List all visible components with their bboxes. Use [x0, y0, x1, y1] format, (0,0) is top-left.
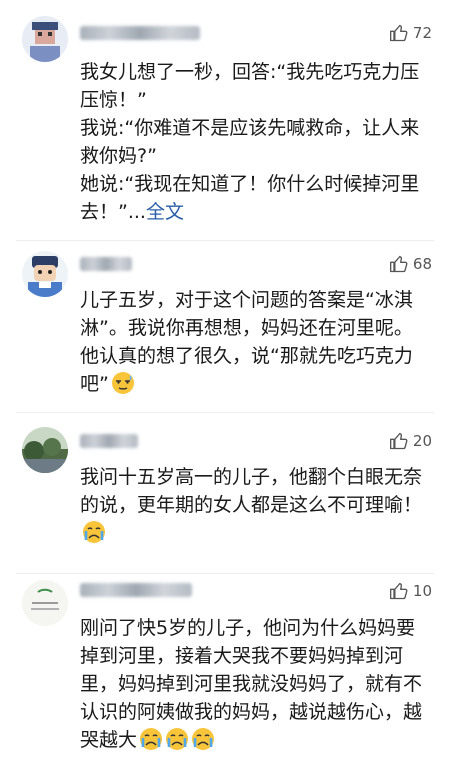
crying-emoji	[166, 728, 189, 750]
like-count: 20	[412, 432, 432, 450]
comment-item: 72 我女儿想了一秒，回答:“我先吃巧克力压压惊！” 我说:“你难道不是应该先喊…	[0, 0, 450, 240]
thumbs-up-icon	[389, 582, 408, 600]
like-button[interactable]: 20	[389, 431, 432, 451]
comment-item: 10 刚问了快5岁的儿子，他问为什么妈妈要掉到河里，接着大哭我不要妈妈掉到河里，…	[0, 574, 450, 780]
comment-text: 我问十五岁高一的儿子，他翻个白眼无奈的说，更年期的女人都是这么不可理喻！	[80, 463, 430, 547]
avatar[interactable]	[22, 251, 68, 297]
comment-line: 我女儿想了一秒，回答:“我先吃巧克力压压惊！”	[80, 61, 420, 111]
comment-line: 我问十五岁高一的儿子，他翻个白眼无奈的说，更年期的女人都是这么不可理喻！	[80, 466, 423, 516]
like-button[interactable]: 10	[389, 581, 432, 601]
awkward-smile-emoji	[111, 372, 134, 394]
avatar[interactable]	[22, 427, 68, 473]
crying-emoji	[83, 521, 105, 543]
crying-emoji	[192, 728, 215, 750]
expand-full-text-link[interactable]: 全文	[146, 201, 184, 223]
thumbs-up-icon	[389, 432, 408, 450]
username-blurred[interactable]	[80, 583, 192, 597]
like-count: 68	[412, 255, 432, 273]
comment-item: 20 我问十五岁高一的儿子，他翻个白眼无奈的说，更年期的女人都是这么不可理喻！	[0, 413, 450, 573]
comment-text: 我女儿想了一秒，回答:“我先吃巧克力压压惊！” 我说:“你难道不是应该先喊救命，…	[80, 58, 430, 226]
avatar[interactable]	[22, 580, 68, 626]
thumbs-up-icon	[389, 24, 408, 42]
comment-text: 刚问了快5岁的儿子，他问为什么妈妈要掉到河里，接着大哭我不要妈妈掉到河里，妈妈掉…	[80, 614, 430, 754]
like-button[interactable]: 68	[389, 254, 432, 274]
avatar[interactable]	[22, 16, 68, 62]
cartoon-boy-avatar-image	[22, 251, 68, 297]
like-count: 10	[412, 582, 432, 600]
comment-line: 她说:“我现在知道了！你什么时候掉河里去！”...全文	[80, 173, 420, 223]
username-blurred[interactable]	[80, 257, 132, 271]
crying-emoji	[140, 728, 163, 750]
comment-line: 刚问了快5岁的儿子，他问为什么妈妈要掉到河里，接着大哭我不要妈妈掉到河里，妈妈掉…	[80, 617, 423, 751]
comment-item: 68 儿子五岁，对于这个问题的答案是“冰淇淋”。我说你再想想，妈妈还在河里呢。他…	[0, 241, 450, 412]
comment-line: 我说:“你难道不是应该先喊救命，让人来救你妈?”	[80, 117, 420, 167]
like-button[interactable]: 72	[389, 23, 432, 43]
pixel-avatar-image	[22, 16, 68, 62]
thumbs-up-icon	[389, 255, 408, 273]
comment-text: 儿子五岁，对于这个问题的答案是“冰淇淋”。我说你再想想，妈妈还在河里呢。他认真的…	[80, 286, 430, 398]
like-count: 72	[412, 24, 432, 42]
username-blurred[interactable]	[80, 434, 138, 448]
landscape-photo-avatar-image	[22, 427, 68, 473]
username-blurred[interactable]	[80, 26, 200, 40]
handwriting-avatar-image	[22, 580, 68, 626]
